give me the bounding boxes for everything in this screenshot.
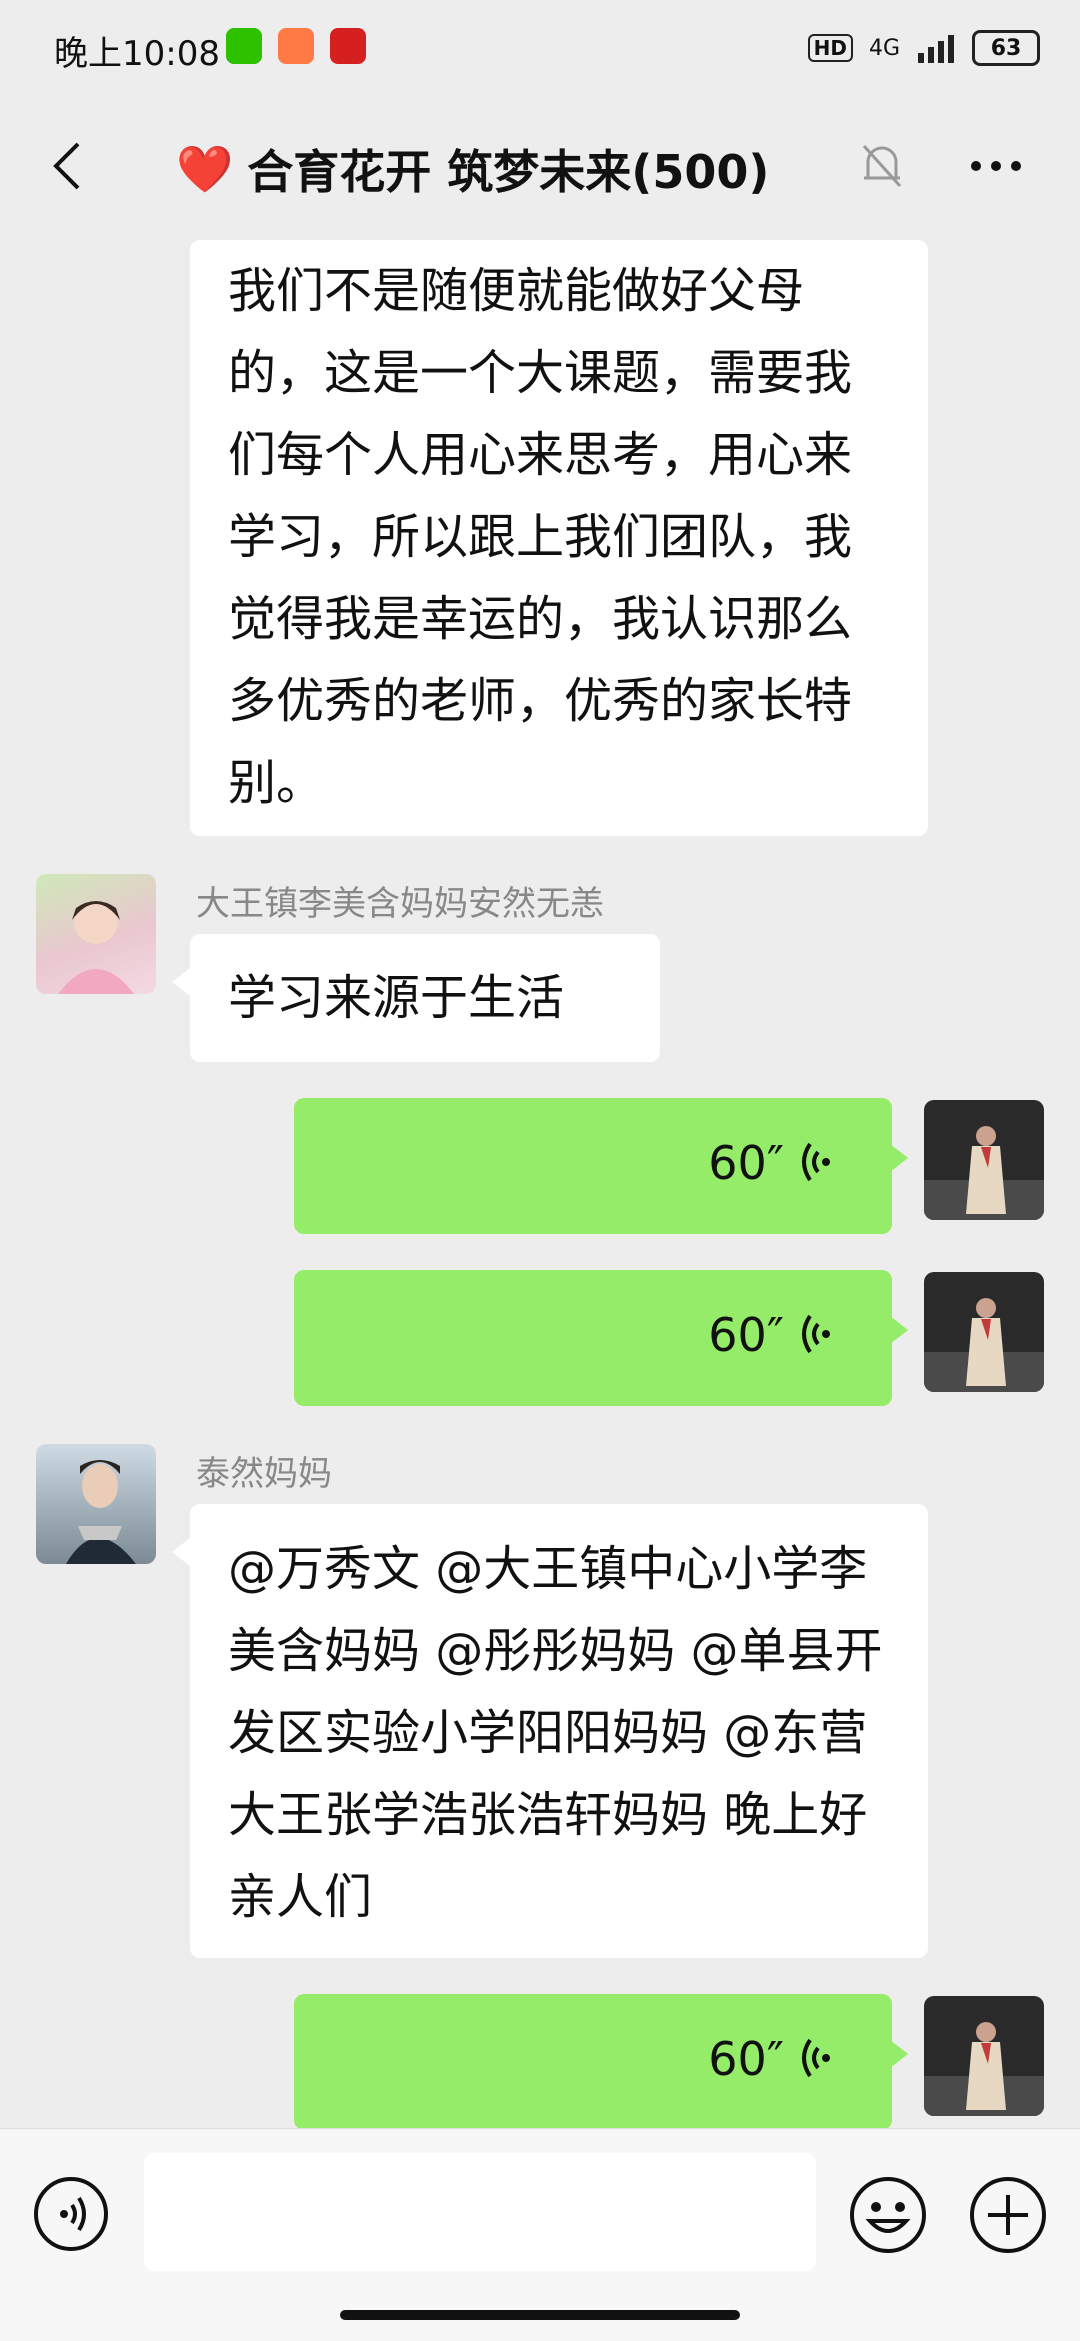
- voice-duration: 60″: [708, 1308, 784, 1362]
- emoji-icon[interactable]: [848, 2175, 928, 2255]
- group-name: 合育花开 筑梦未来(500): [247, 145, 770, 199]
- voice-input-icon[interactable]: [32, 2175, 110, 2253]
- bubble-tail: [890, 2040, 908, 2068]
- bubble-tail: [172, 1538, 190, 1566]
- heart-icon: ❤️: [176, 141, 234, 196]
- voice-duration: 60″: [708, 1136, 784, 1190]
- message-text: 我们不是随便就能做好父母的，这是一个大课题，需要我们每个人用心来思考，用心来学习…: [228, 263, 853, 811]
- muted-bell-icon: [862, 144, 902, 188]
- message-bubble[interactable]: 我们不是随便就能做好父母的，这是一个大课题，需要我们每个人用心来思考，用心来学习…: [190, 240, 928, 836]
- voice-message-bubble[interactable]: 60″: [294, 1994, 892, 2128]
- bubble-tail: [172, 968, 190, 996]
- voice-message-bubble[interactable]: 60″: [294, 1270, 892, 1406]
- voice-wave-icon: [802, 2038, 830, 2078]
- back-arrow-icon[interactable]: [40, 136, 100, 196]
- message-text: 学习来源于生活: [228, 970, 565, 1026]
- signal-icon: [918, 35, 954, 63]
- message-input[interactable]: [144, 2153, 816, 2271]
- avatar-image: [58, 900, 134, 994]
- chat-title: ❤️ 合育花开 筑梦未来(500): [176, 136, 769, 202]
- message-bubble[interactable]: @万秀文 @大王镇中心小学李美含妈妈 @彤彤妈妈 @单县开发区实验小学阳阳妈妈 …: [190, 1504, 928, 1958]
- avatar-image: [924, 1126, 1044, 1220]
- study-app-icon: [330, 28, 366, 64]
- voice-duration: 60″: [708, 2032, 784, 2086]
- avatar[interactable]: [924, 1272, 1044, 1392]
- status-bar: 晚上10:08 HD 4G 63: [0, 0, 1080, 96]
- nav-bar: ❤️ 合育花开 筑梦未来(500): [0, 96, 1080, 240]
- avatar[interactable]: [924, 1100, 1044, 1220]
- wechat-app-icon: [226, 28, 262, 64]
- sender-name: 大王镇李美含妈妈安然无恙: [196, 884, 604, 924]
- plus-icon[interactable]: [968, 2175, 1048, 2255]
- sender-name: 泰然妈妈: [196, 1454, 332, 1494]
- bubble-tail: [890, 1316, 908, 1344]
- avatar[interactable]: [36, 1444, 156, 1564]
- status-time: 晚上10:08: [54, 34, 220, 74]
- battery-indicator: 63: [972, 30, 1040, 66]
- message-text: @万秀文 @大王镇中心小学李美含妈妈 @彤彤妈妈 @单县开发区实验小学阳阳妈妈 …: [228, 1541, 883, 1925]
- avatar-image: [924, 1298, 1044, 1392]
- battery-level: 63: [990, 35, 1022, 61]
- voice-wave-icon: [802, 1142, 830, 1182]
- bubble-tail: [890, 1144, 908, 1172]
- network-type-label: 4G: [868, 35, 900, 61]
- avatar[interactable]: [924, 1996, 1044, 2116]
- chat-area[interactable]: 我们不是随便就能做好父母的，这是一个大课题，需要我们每个人用心来思考，用心来学习…: [0, 240, 1080, 2128]
- message-bubble[interactable]: 学习来源于生活: [190, 934, 660, 1062]
- hd-icon: HD: [807, 34, 853, 62]
- home-indicator[interactable]: [340, 2310, 740, 2320]
- avatar-image: [66, 1460, 136, 1564]
- avatar-image: [924, 2022, 1044, 2116]
- voice-wave-icon: [802, 1314, 830, 1354]
- shopping-app-icon: [278, 28, 314, 64]
- voice-message-bubble[interactable]: 60″: [294, 1098, 892, 1234]
- avatar[interactable]: [36, 874, 156, 994]
- more-icon[interactable]: [966, 136, 1026, 196]
